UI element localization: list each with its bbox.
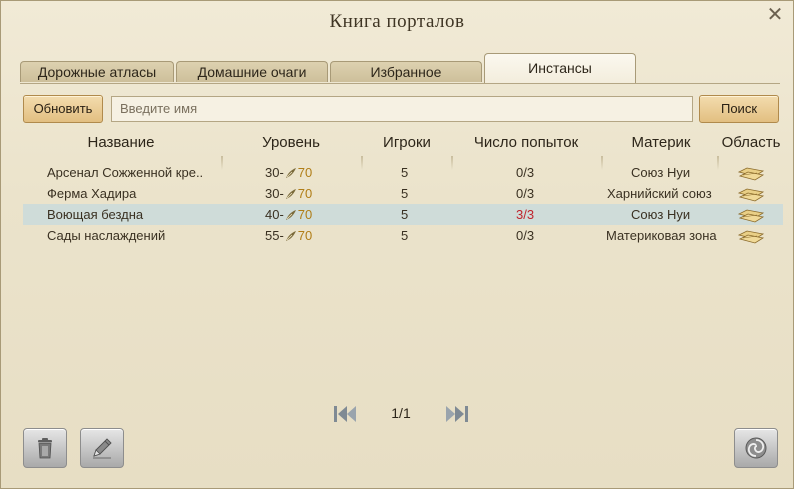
level-range: 30- 70 xyxy=(265,183,312,204)
attempts-count: 3/3 xyxy=(516,207,535,222)
pencil-icon xyxy=(93,438,112,459)
search-button[interactable]: Поиск xyxy=(699,95,779,123)
players-count: 5 xyxy=(401,228,409,243)
table-row[interactable]: Сады наслаждений 55- 70 5 0/3 Материковая… xyxy=(23,225,783,246)
level-min: 30- xyxy=(265,186,284,201)
first-page-icon[interactable] xyxy=(331,403,359,425)
instance-name: Сады наслаждений xyxy=(47,228,166,243)
table-row[interactable]: Арсенал Сожженной кре.. 30- 70 5 0/3 Союз… xyxy=(23,162,783,183)
column-continent[interactable]: Материк xyxy=(603,134,719,151)
region-map-icon[interactable] xyxy=(737,204,765,225)
attempts-count: 0/3 xyxy=(516,186,535,201)
level-min: 30- xyxy=(265,165,284,180)
table-row[interactable]: Ферма Хадира 30- 70 5 0/3 Харнийский союз xyxy=(23,183,783,204)
tab-road-atlases[interactable]: Дорожные атласы xyxy=(20,61,174,82)
instance-name: Ферма Хадира xyxy=(47,186,137,201)
column-name[interactable]: Название xyxy=(23,134,219,151)
level-min: 40- xyxy=(265,207,284,222)
region-map-icon[interactable] xyxy=(737,162,765,183)
column-players[interactable]: Игроки xyxy=(363,134,451,151)
players-count: 5 xyxy=(401,165,409,180)
wing-icon xyxy=(285,210,296,220)
title-bar[interactable]: Книга порталов ✕ xyxy=(1,1,793,45)
trash-icon xyxy=(38,438,52,459)
attempts-count: 0/3 xyxy=(516,228,535,243)
table-header: Название Уровень Игроки Число попыток Ма… xyxy=(23,134,783,170)
tab-bar: Дорожные атласы Домашние очаги Избранное… xyxy=(20,53,780,84)
level-max: 70 xyxy=(297,228,313,243)
delete-button[interactable] xyxy=(23,428,67,468)
instance-name: Воющая бездна xyxy=(47,207,144,222)
players-count: 5 xyxy=(401,186,409,201)
column-region[interactable]: Область xyxy=(719,134,783,151)
level-min: 55- xyxy=(265,228,284,243)
last-page-icon[interactable] xyxy=(443,403,471,425)
tab-instances[interactable]: Инстансы xyxy=(484,53,636,83)
column-attempts[interactable]: Число попыток xyxy=(451,134,601,151)
players-count: 5 xyxy=(401,207,409,222)
continent: Харнийский союз xyxy=(607,186,712,201)
search-input[interactable]: Введите имя xyxy=(111,96,693,122)
level-max: 70 xyxy=(297,165,313,180)
pager: 1/1 xyxy=(331,401,471,427)
tab-favorites[interactable]: Избранное xyxy=(330,61,482,82)
close-icon[interactable]: ✕ xyxy=(765,5,785,25)
table-row-selected[interactable]: Воющая бездна 40- 70 5 3/3 Союз Нуи xyxy=(23,204,783,225)
level-range: 40- 70 xyxy=(265,204,312,225)
region-map-icon[interactable] xyxy=(737,183,765,204)
attempts-count: 0/3 xyxy=(516,165,535,180)
instance-name: Арсенал Сожженной кре.. xyxy=(47,165,204,180)
settings-button[interactable] xyxy=(734,428,778,468)
wing-icon xyxy=(285,189,296,199)
continent: Материковая зона xyxy=(606,228,717,243)
column-level[interactable]: Уровень xyxy=(223,134,359,151)
level-max: 70 xyxy=(297,186,313,201)
level-range: 30- 70 xyxy=(265,162,312,183)
portal-book-window: Книга порталов ✕ Дорожные атласы Домашни… xyxy=(0,0,794,489)
continent: Союз Нуи xyxy=(631,165,691,180)
tab-home-hearths[interactable]: Домашние очаги xyxy=(176,61,328,82)
window-title: Книга порталов xyxy=(329,11,465,32)
level-range: 55- 70 xyxy=(265,225,312,246)
swirl-icon xyxy=(745,437,767,459)
wing-icon xyxy=(285,168,296,178)
toolbar: Обновить Введите имя Поиск xyxy=(23,95,779,125)
continent: Союз Нуи xyxy=(631,207,691,222)
page-indicator: 1/1 xyxy=(391,405,411,421)
edit-button[interactable] xyxy=(80,428,124,468)
level-max: 70 xyxy=(297,207,313,222)
wing-icon xyxy=(285,231,296,241)
region-map-icon[interactable] xyxy=(737,225,765,246)
instance-list: Арсенал Сожженной кре.. 30- 70 5 0/3 Союз… xyxy=(23,162,783,246)
refresh-button[interactable]: Обновить xyxy=(23,95,103,123)
